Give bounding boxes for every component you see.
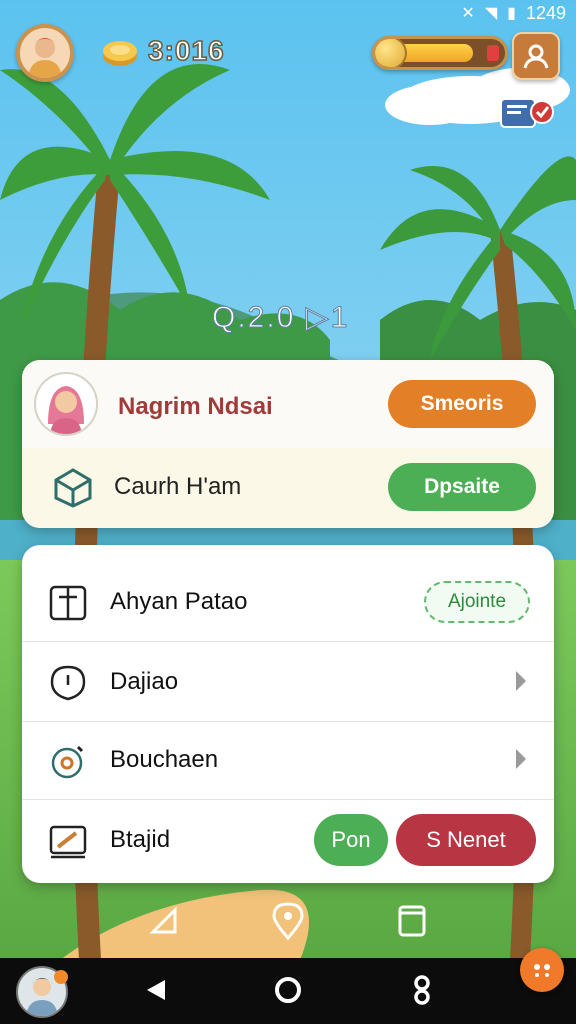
mute-icon: ✕ xyxy=(461,5,475,22)
profile-button[interactable] xyxy=(512,32,560,80)
energy-bar xyxy=(372,36,508,70)
battery-icon: ▮ xyxy=(507,5,516,22)
energy-icon xyxy=(375,39,407,67)
person-hijab-icon xyxy=(48,386,84,434)
journal-button[interactable] xyxy=(500,96,554,130)
player-avatar[interactable] xyxy=(16,24,74,82)
recents-icon xyxy=(414,975,430,1005)
user-row: Nagrim Ndsai Smeoris xyxy=(22,360,554,449)
card-icon xyxy=(398,905,426,937)
status-bar: ✕ ◥ ▮ 1249 xyxy=(0,0,576,26)
list-item[interactable]: Ahyan Patao Ajointe xyxy=(22,563,554,642)
list-item-label: Btajid xyxy=(110,826,171,853)
person-icon xyxy=(28,38,62,78)
nav-home-button[interactable] xyxy=(134,891,194,951)
list-item-label: Ahyan Patao xyxy=(110,588,248,615)
user-action-button[interactable]: Smeoris xyxy=(388,380,536,428)
game-nav xyxy=(0,884,576,958)
pon-button[interactable]: Pon xyxy=(314,814,388,866)
back-icon xyxy=(147,980,165,1000)
recents-button[interactable] xyxy=(402,970,442,1010)
user-name: Nagrim Ndsai xyxy=(118,393,273,420)
notification-dot xyxy=(54,970,68,984)
user-icon xyxy=(523,44,549,69)
list-item[interactable]: Bouchaen xyxy=(22,721,554,800)
chevron-right-icon xyxy=(516,749,526,769)
nav-map-button[interactable] xyxy=(258,891,318,951)
nav-cards-button[interactable] xyxy=(382,891,442,951)
item-row: Caurh H'am Dpsaite xyxy=(22,448,554,528)
energy-cap xyxy=(487,45,499,61)
flag-icon xyxy=(49,585,87,621)
list-item[interactable]: Dajiao xyxy=(22,643,554,722)
home-button[interactable] xyxy=(268,970,308,1010)
clock: 1249 xyxy=(525,2,566,23)
coins-icon xyxy=(103,41,137,66)
item-label: Caurh H'am xyxy=(114,473,242,500)
home-circle-icon xyxy=(275,977,301,1003)
dots-icon xyxy=(534,964,550,977)
board-icon xyxy=(49,825,87,859)
wifi-icon: ◥ xyxy=(484,5,498,22)
profile-card: Nagrim Ndsai Smeoris Caurh H'am Dpsaite xyxy=(22,360,554,528)
list-item-label: Dajiao xyxy=(110,668,179,695)
nenet-button[interactable]: S Nenet xyxy=(396,814,536,866)
target-icon xyxy=(51,745,84,779)
coin-counter: 3:016 xyxy=(100,34,225,68)
list-item-label: Bouchaen xyxy=(110,746,219,773)
user-avatar[interactable] xyxy=(34,372,98,436)
version-label: Q.2.0 ▷1 xyxy=(211,301,350,335)
chevron-right-icon xyxy=(516,671,526,691)
item-action-button[interactable]: Dpsaite xyxy=(388,463,536,511)
map-pin-icon xyxy=(272,902,304,940)
chat-fab-button[interactable] xyxy=(520,948,564,992)
coin-count: 3:016 xyxy=(147,34,225,67)
triangle-icon xyxy=(149,906,177,934)
menu-list: Ahyan Patao Ajointe Dajiao Bouchaen Btaj… xyxy=(22,545,554,883)
join-badge[interactable]: Ajointe xyxy=(424,581,530,623)
chat-icon xyxy=(50,665,86,701)
box-icon xyxy=(54,468,92,508)
back-button[interactable] xyxy=(136,970,176,1010)
list-item[interactable]: Btajid Pon S Nenet xyxy=(22,801,554,879)
